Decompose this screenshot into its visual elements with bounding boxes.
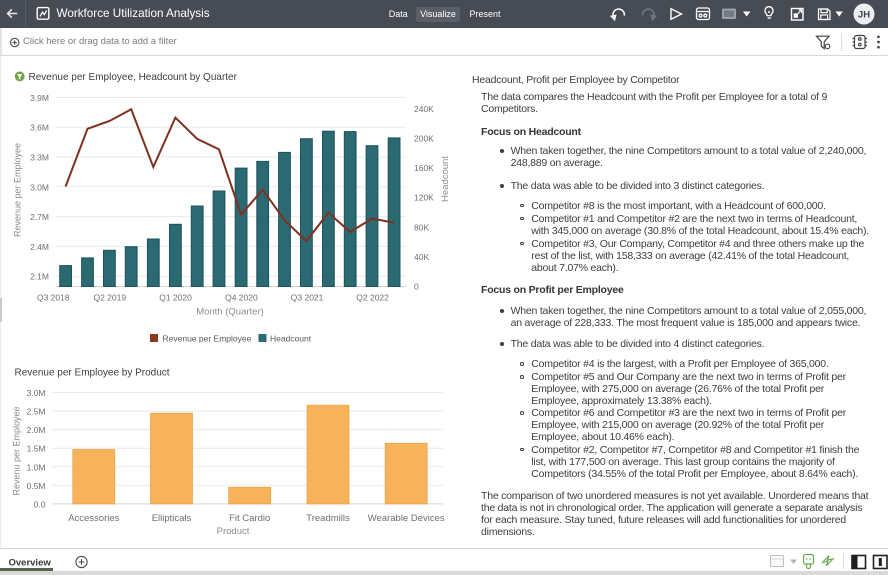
svg-text:Wearable Devices: Wearable Devices — [368, 513, 445, 524]
svg-text:3.0M: 3.0M — [27, 388, 46, 398]
svg-text:Product: Product — [217, 526, 250, 537]
svg-text:Accessories: Accessories — [68, 513, 119, 524]
svg-text:0.0: 0.0 — [34, 499, 46, 509]
svg-text:120K: 120K — [414, 193, 434, 203]
svg-text:Overview: Overview — [9, 558, 52, 569]
svg-text:Fit Cardio: Fit Cardio — [229, 513, 270, 524]
svg-text:3.6M: 3.6M — [30, 123, 49, 133]
svg-text:Revenu per Employee: Revenu per Employee — [11, 406, 21, 495]
svg-text:2.7M: 2.7M — [30, 212, 49, 222]
svg-text:2.1M: 2.1M — [30, 272, 49, 282]
svg-text:1.5M: 1.5M — [27, 444, 46, 454]
svg-text:Q3 2018: Q3 2018 — [37, 293, 70, 303]
svg-text:JH: JH — [858, 9, 870, 20]
svg-text:Q2 2019: Q2 2019 — [93, 293, 126, 303]
svg-text:160K: 160K — [414, 163, 434, 173]
svg-text:Revenue per Employee: Revenue per Employee — [13, 143, 23, 237]
svg-text:Q4 2020: Q4 2020 — [225, 293, 258, 303]
svg-text:240K: 240K — [414, 104, 434, 114]
svg-text:Headcount: Headcount — [270, 334, 312, 344]
svg-text:2.5M: 2.5M — [27, 407, 46, 417]
svg-text:Q2 2022: Q2 2022 — [356, 293, 389, 303]
svg-text:3.0M: 3.0M — [30, 182, 49, 192]
svg-text:Headcount: Headcount — [440, 156, 451, 202]
svg-text:Revenue per Employee, Headcoun: Revenue per Employee, Headcount by Quart… — [29, 72, 238, 83]
svg-text:0: 0 — [414, 282, 419, 292]
svg-text:2.4M: 2.4M — [30, 242, 49, 252]
svg-text:Q1 2020: Q1 2020 — [159, 293, 192, 303]
svg-text:Q3 2021: Q3 2021 — [291, 293, 324, 303]
svg-text:1.0M: 1.0M — [27, 462, 46, 472]
svg-text:Treadmills: Treadmills — [306, 513, 350, 524]
svg-text:Revenue per Employee by Produc: Revenue per Employee by Product — [15, 368, 170, 379]
svg-text:0.5M: 0.5M — [27, 481, 46, 491]
svg-text:Revenue per Employee: Revenue per Employee — [163, 334, 252, 344]
svg-text:Ellipticals: Ellipticals — [152, 513, 192, 524]
svg-text:3.3M: 3.3M — [30, 153, 49, 163]
svg-text:2.0M: 2.0M — [27, 425, 46, 435]
svg-text:Month (Quarter): Month (Quarter) — [196, 307, 264, 318]
svg-text:80K: 80K — [414, 222, 429, 232]
svg-text:3.9M: 3.9M — [30, 93, 49, 103]
svg-text:40K: 40K — [414, 252, 429, 262]
svg-text:200K: 200K — [414, 134, 434, 144]
